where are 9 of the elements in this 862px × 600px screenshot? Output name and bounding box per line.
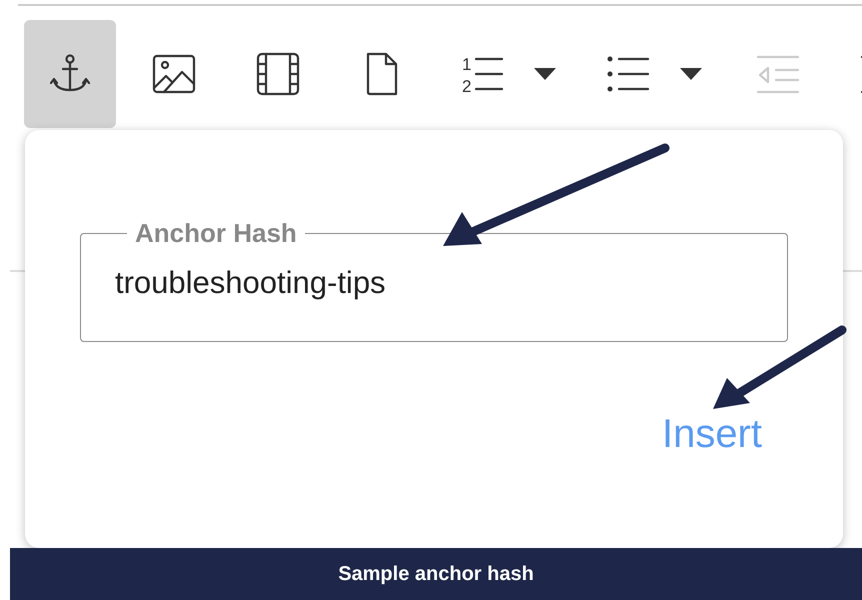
input-field[interactable]: Anchor Hash troubleshooting-tips: [80, 220, 788, 342]
text-input[interactable]: troubleshooting-tips: [115, 260, 753, 306]
toolbar-button[interactable]: 1 2: [440, 20, 574, 128]
caret-icon: [534, 68, 556, 80]
toolbar-button[interactable]: [24, 20, 116, 128]
field-label: Anchor Hash: [134, 220, 298, 246]
caret-icon: [680, 68, 702, 80]
caption-text: Sample anchor hash: [338, 562, 534, 587]
film-icon: [254, 50, 302, 98]
